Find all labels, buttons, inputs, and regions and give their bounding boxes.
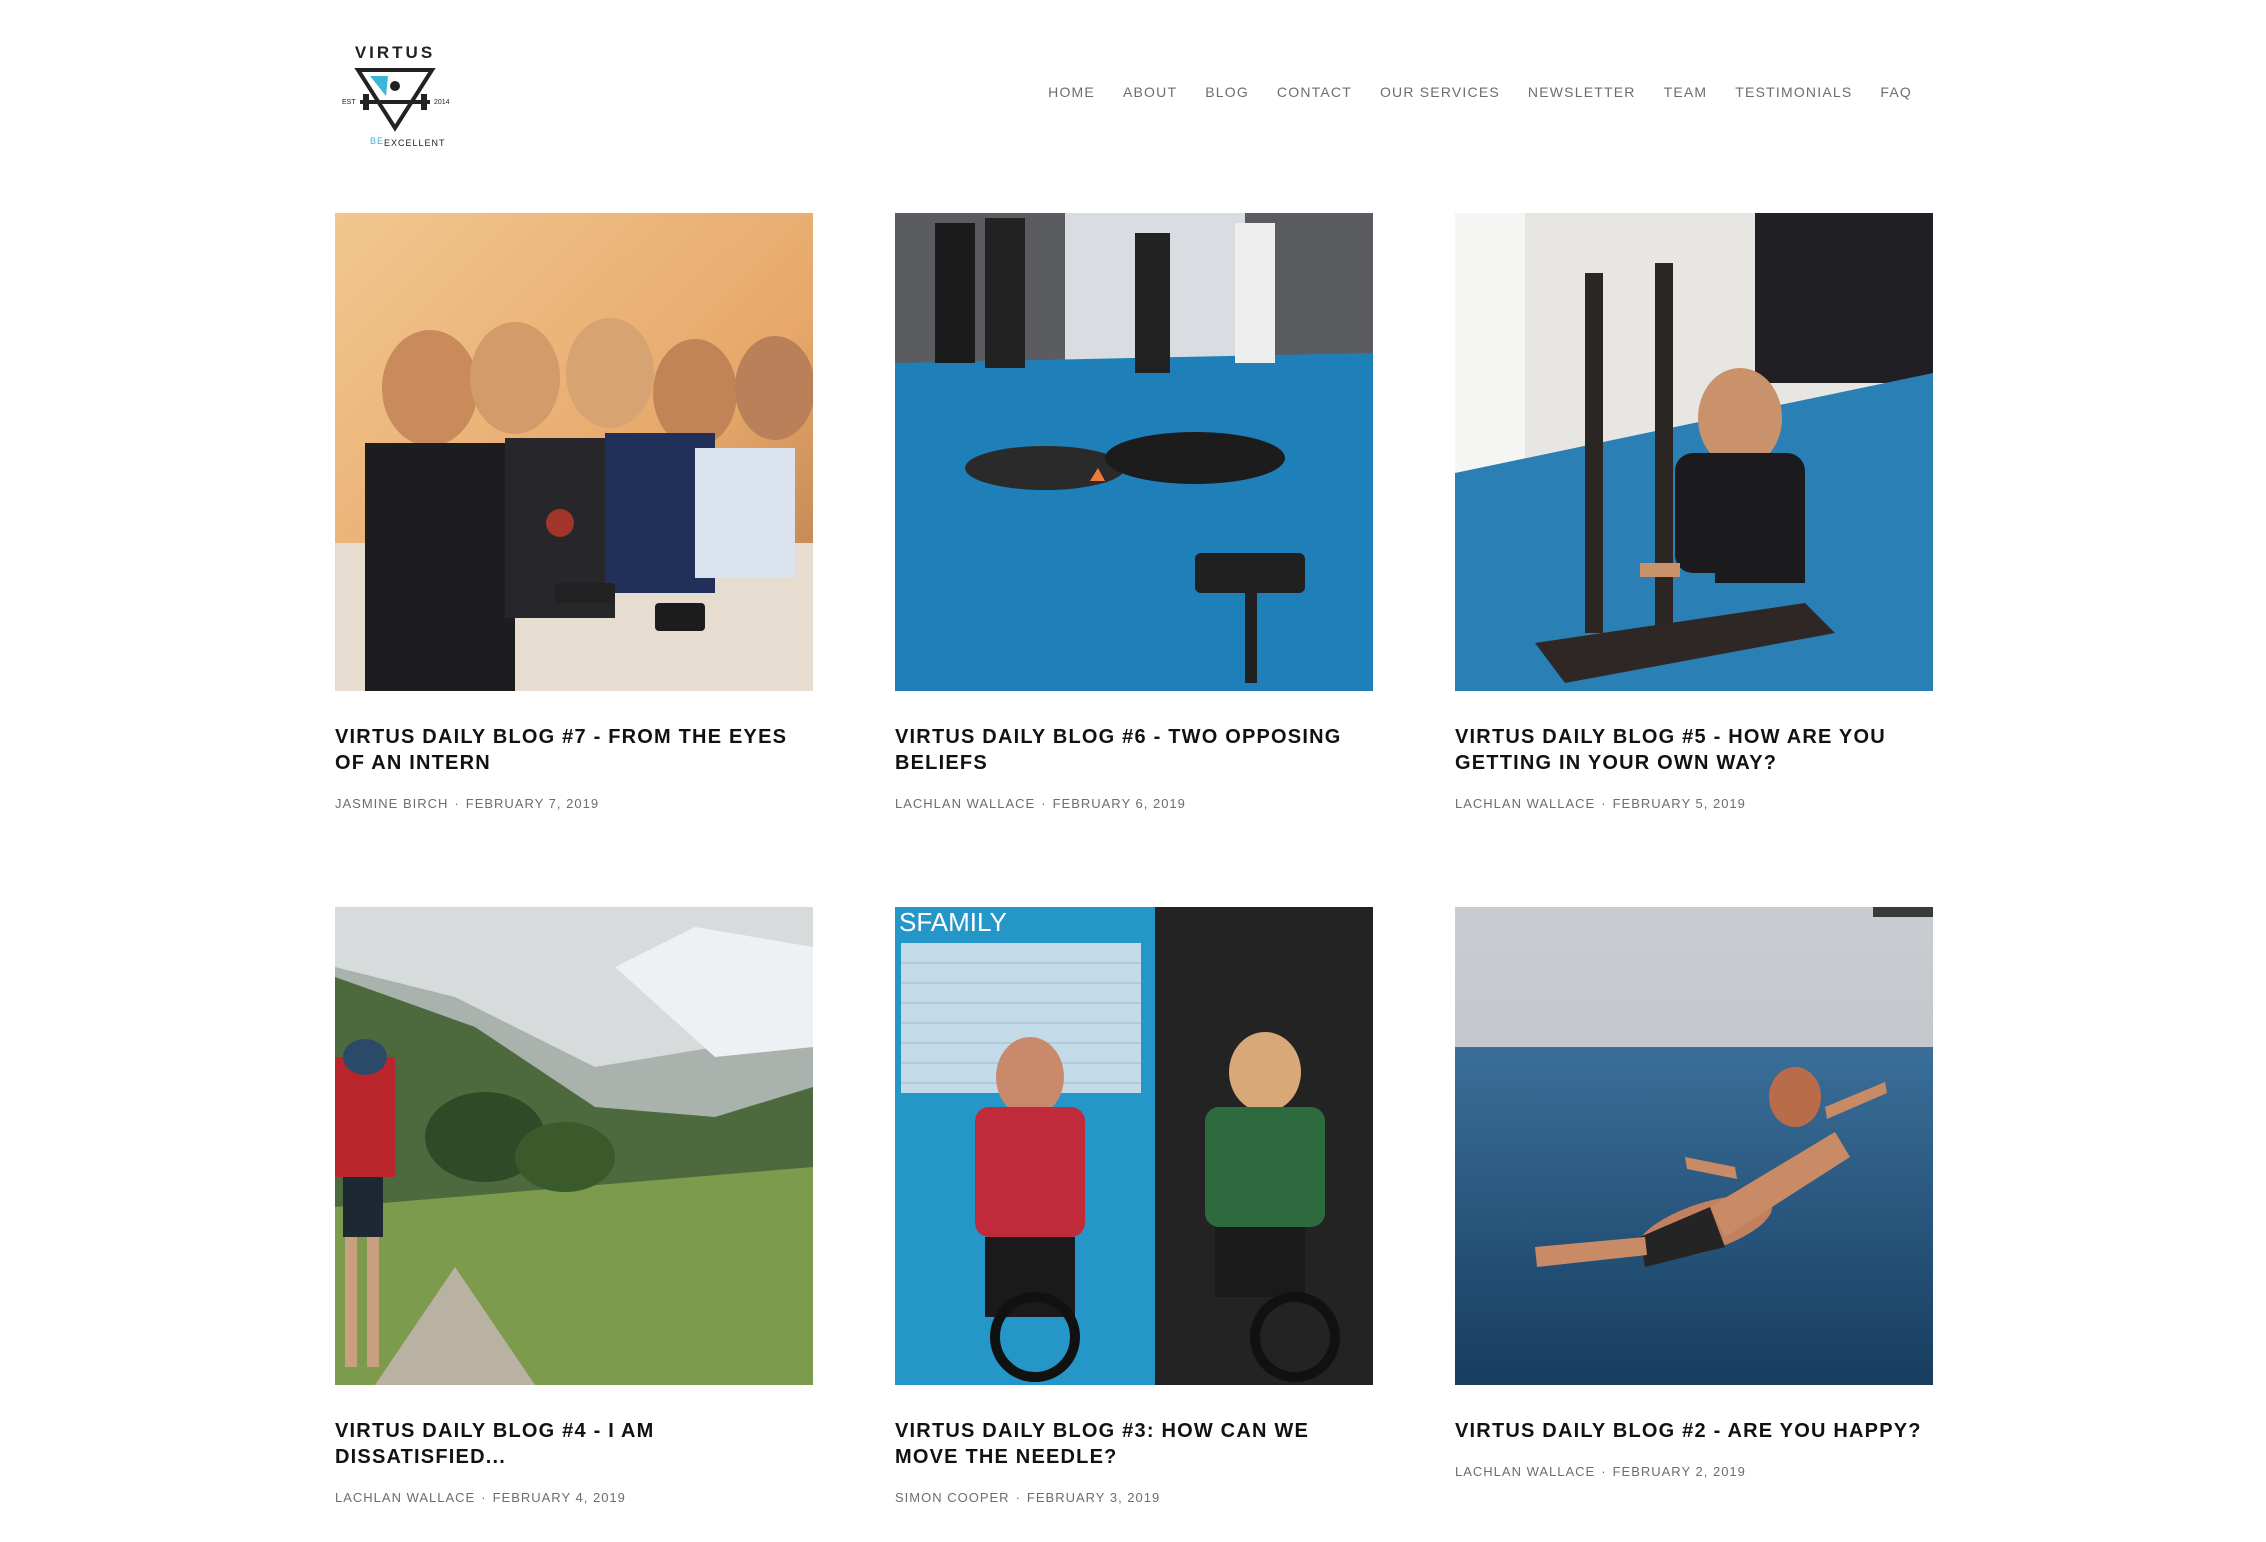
nav-blog[interactable]: BLOG bbox=[1205, 84, 1249, 100]
blog-card: VIRTUS DAILY BLOG #5 - HOW ARE YOU GETTI… bbox=[1455, 213, 1933, 811]
post-thumbnail[interactable] bbox=[1455, 213, 1933, 691]
blog-card: SFAMILY VIRTUS DAILY BLOG #3: HOW CAN WE… bbox=[895, 907, 1373, 1505]
post-thumbnail[interactable] bbox=[335, 213, 813, 691]
post-meta: JASMINE BIRCH · FEBRUARY 7, 2019 bbox=[335, 796, 813, 811]
post-meta: LACHLAN WALLACE · FEBRUARY 6, 2019 bbox=[895, 796, 1373, 811]
meta-separator: · bbox=[1041, 796, 1047, 811]
sea-leap-photo bbox=[1455, 907, 1933, 1385]
post-title[interactable]: VIRTUS DAILY BLOG #4 - I AM DISSATISFIED… bbox=[335, 1418, 813, 1470]
nav-team[interactable]: TEAM bbox=[1664, 84, 1708, 100]
post-title[interactable]: VIRTUS DAILY BLOG #7 - FROM THE EYES OF … bbox=[335, 724, 813, 776]
meta-separator: · bbox=[1601, 796, 1607, 811]
wall-sfamily-text: SFAMILY bbox=[899, 907, 1007, 937]
gym-sled-photo bbox=[1455, 213, 1933, 691]
post-date: FEBRUARY 3, 2019 bbox=[1026, 1490, 1161, 1505]
nav-our-services[interactable]: OUR SERVICES bbox=[1380, 84, 1500, 100]
post-author[interactable]: LACHLAN WALLACE bbox=[895, 796, 1035, 811]
post-author[interactable]: LACHLAN WALLACE bbox=[1455, 796, 1595, 811]
post-title[interactable]: VIRTUS DAILY BLOG #3: HOW CAN WE MOVE TH… bbox=[895, 1418, 1373, 1470]
post-thumbnail[interactable] bbox=[1455, 907, 1933, 1385]
blog-card: VIRTUS DAILY BLOG #2 - ARE YOU HAPPY? LA… bbox=[1455, 907, 1933, 1479]
nav-home[interactable]: HOME bbox=[1048, 84, 1095, 100]
nav-about[interactable]: ABOUT bbox=[1123, 84, 1177, 100]
logo-year: 2014 bbox=[434, 99, 450, 106]
post-date: FEBRUARY 7, 2019 bbox=[465, 796, 600, 811]
main-navigation: HOME ABOUT BLOG CONTACT OUR SERVICES NEW… bbox=[1020, 84, 1912, 100]
post-author[interactable]: LACHLAN WALLACE bbox=[335, 1490, 475, 1505]
meta-separator: · bbox=[481, 1490, 487, 1505]
post-title[interactable]: VIRTUS DAILY BLOG #5 - HOW ARE YOU GETTI… bbox=[1455, 724, 1933, 776]
air-bike-photo: SFAMILY bbox=[895, 907, 1373, 1385]
nav-newsletter[interactable]: NEWSLETTER bbox=[1528, 84, 1636, 100]
mountain-hike-photo bbox=[335, 907, 813, 1385]
nav-faq[interactable]: FAQ bbox=[1880, 84, 1912, 100]
logo-word: VIRTUS bbox=[355, 43, 435, 62]
blog-card: VIRTUS DAILY BLOG #6 - TWO OPPOSING BELI… bbox=[895, 213, 1373, 811]
virtus-logo[interactable]: VIRTUS EST 2014 BE EXCELLENT bbox=[330, 36, 460, 156]
logo-est: EST bbox=[342, 99, 356, 106]
cafe-photo bbox=[335, 213, 813, 691]
post-meta: LACHLAN WALLACE · FEBRUARY 2, 2019 bbox=[1455, 1464, 1933, 1479]
logo-emblem-icon: VIRTUS EST 2014 BE EXCELLENT bbox=[342, 43, 450, 148]
post-date: FEBRUARY 2, 2019 bbox=[1612, 1464, 1746, 1479]
post-meta: LACHLAN WALLACE · FEBRUARY 4, 2019 bbox=[335, 1490, 813, 1505]
logo-tag-rest: EXCELLENT bbox=[384, 138, 446, 148]
post-title[interactable]: VIRTUS DAILY BLOG #6 - TWO OPPOSING BELI… bbox=[895, 724, 1373, 776]
post-date: FEBRUARY 5, 2019 bbox=[1612, 796, 1746, 811]
nav-contact[interactable]: CONTACT bbox=[1277, 84, 1352, 100]
post-author[interactable]: JASMINE BIRCH bbox=[335, 796, 448, 811]
gym-pushup-photo bbox=[895, 213, 1373, 691]
post-author[interactable]: SIMON COOPER bbox=[895, 1490, 1010, 1505]
post-meta: LACHLAN WALLACE · FEBRUARY 5, 2019 bbox=[1455, 796, 1933, 811]
post-title[interactable]: VIRTUS DAILY BLOG #2 - ARE YOU HAPPY? bbox=[1455, 1418, 1933, 1444]
post-thumbnail[interactable]: SFAMILY bbox=[895, 907, 1373, 1385]
post-meta: SIMON COOPER · FEBRUARY 3, 2019 bbox=[895, 1490, 1373, 1505]
site-header: VIRTUS EST 2014 BE EXCELLENT HOME ABOUT … bbox=[0, 0, 2266, 190]
post-date: FEBRUARY 4, 2019 bbox=[492, 1490, 626, 1505]
post-thumbnail[interactable] bbox=[895, 213, 1373, 691]
meta-separator: · bbox=[1015, 1490, 1021, 1505]
post-thumbnail[interactable] bbox=[335, 907, 813, 1385]
meta-separator: · bbox=[454, 796, 460, 811]
blog-card: VIRTUS DAILY BLOG #7 - FROM THE EYES OF … bbox=[335, 213, 813, 811]
logo-tag-be: BE bbox=[370, 136, 384, 146]
post-date: FEBRUARY 6, 2019 bbox=[1052, 796, 1186, 811]
post-author[interactable]: LACHLAN WALLACE bbox=[1455, 1464, 1595, 1479]
nav-testimonials[interactable]: TESTIMONIALS bbox=[1735, 84, 1852, 100]
meta-separator: · bbox=[1601, 1464, 1607, 1479]
blog-card: VIRTUS DAILY BLOG #4 - I AM DISSATISFIED… bbox=[335, 907, 813, 1505]
